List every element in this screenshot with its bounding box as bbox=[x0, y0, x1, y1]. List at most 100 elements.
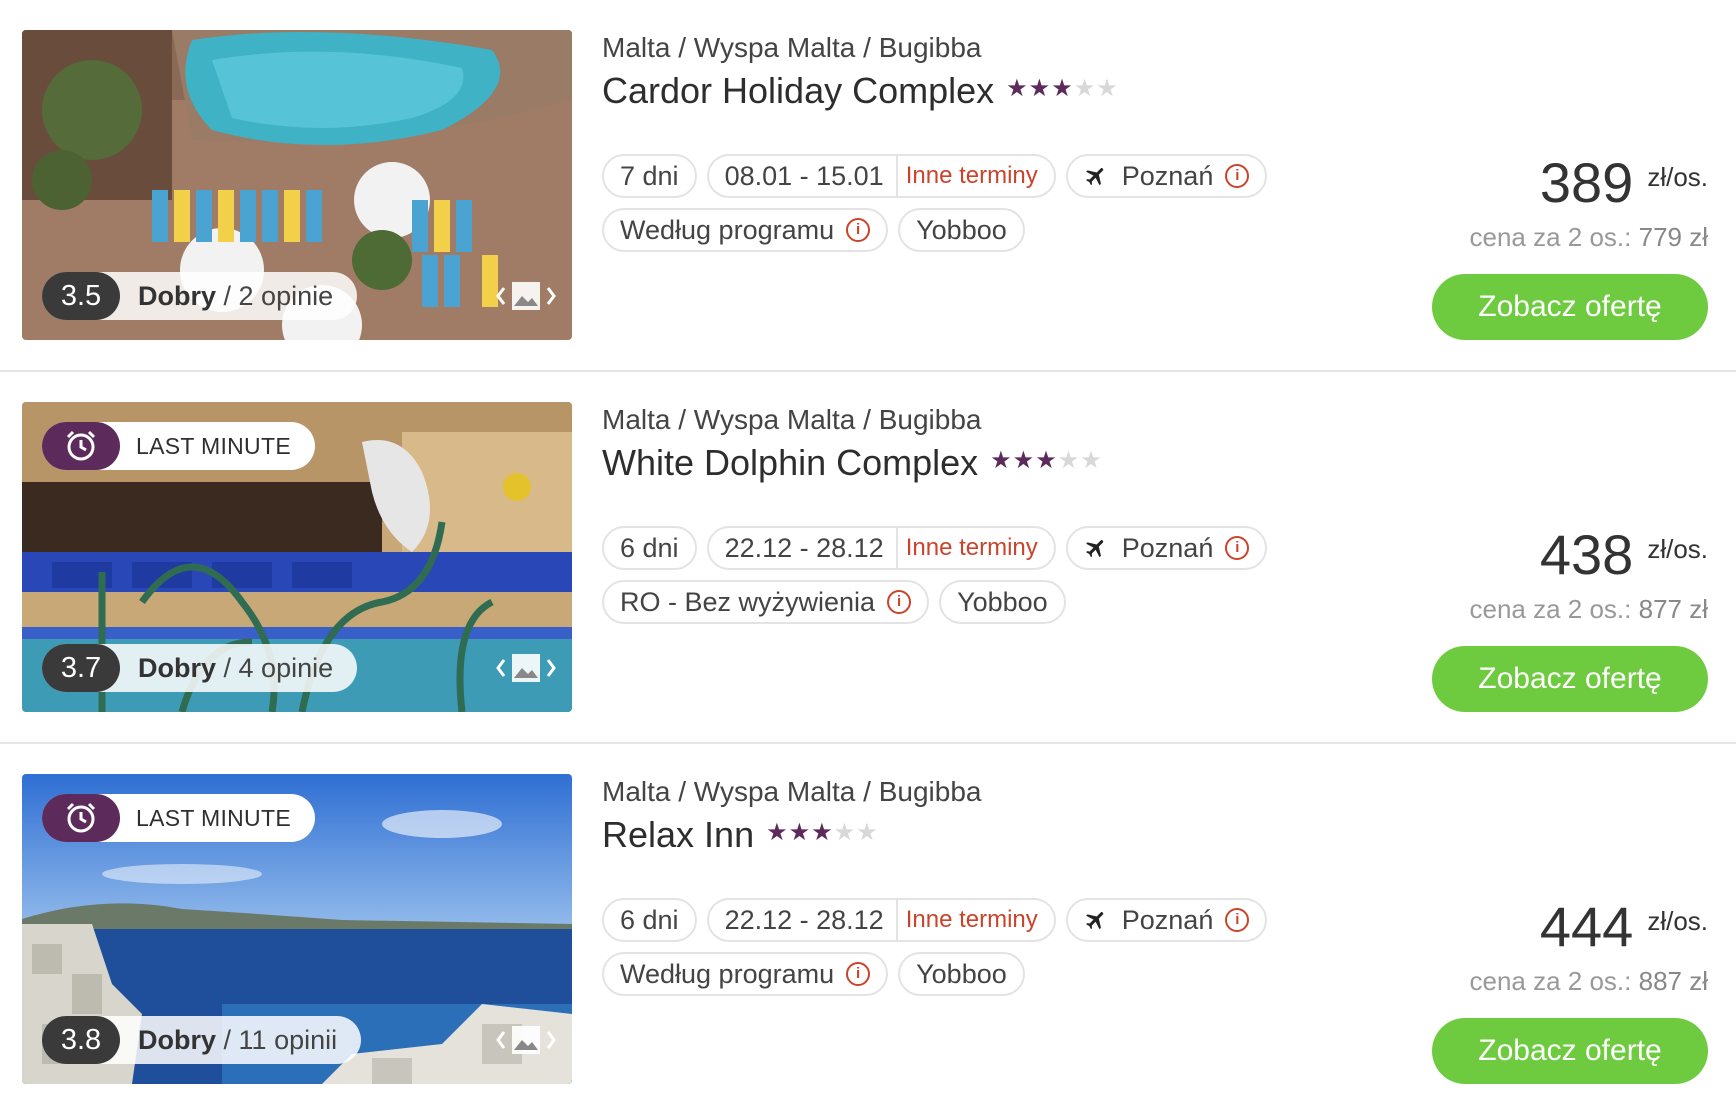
departure-chip[interactable]: Poznań i bbox=[1065, 526, 1268, 570]
rating-badge[interactable]: 3.8 Dobry / 11 opinii bbox=[42, 1016, 362, 1064]
hotel-stars: ★★★★★ bbox=[766, 818, 879, 847]
price-amount: 389 bbox=[1539, 151, 1634, 214]
plane-icon bbox=[1084, 908, 1108, 932]
board-chip[interactable]: RO - Bez wyżywienia i bbox=[602, 580, 930, 624]
alarm-clock-icon bbox=[42, 422, 120, 470]
hotel-photo[interactable]: LAST MINUTE 3.7 Dobry / 4 opinie bbox=[22, 402, 572, 712]
info-icon[interactable]: i bbox=[1225, 536, 1250, 560]
price-unit: zł/os. bbox=[1647, 534, 1708, 564]
board-chip[interactable]: Według programu i bbox=[602, 208, 889, 252]
offer-card: 3.5 Dobry / 2 opinie Malta / Wyspa Malta… bbox=[0, 0, 1736, 372]
price-for-two-value: 887 zł bbox=[1638, 966, 1708, 996]
price-for-two-label: cena za 2 os.: bbox=[1469, 966, 1632, 996]
price-per-person: 438 zł/os. bbox=[1540, 522, 1708, 588]
price-per-person: 389 zł/os. bbox=[1540, 150, 1708, 216]
rating-badge[interactable]: 3.7 Dobry / 4 opinie bbox=[42, 644, 358, 692]
board-type: Według programu bbox=[620, 214, 835, 245]
see-offer-button[interactable]: Zobacz ofertę bbox=[1432, 274, 1708, 340]
duration-chip: 6 dni bbox=[602, 898, 697, 942]
dates-value: 08.01 - 15.01 bbox=[724, 160, 884, 191]
hotel-photo[interactable]: 3.5 Dobry / 2 opinie bbox=[22, 30, 572, 340]
other-dates-link[interactable]: Inne terminy bbox=[906, 534, 1038, 562]
dates-chip[interactable]: 08.01 - 15.01 Inne terminy bbox=[706, 154, 1056, 198]
board-chip[interactable]: Według programu i bbox=[602, 952, 889, 996]
rating-score: 3.5 bbox=[42, 272, 120, 320]
review-count: / 11 opinii bbox=[223, 1024, 338, 1055]
duration-chip: 7 dni bbox=[602, 154, 697, 198]
info-icon[interactable]: i bbox=[1225, 908, 1250, 932]
price-for-two-label: cena za 2 os.: bbox=[1469, 222, 1632, 252]
duration-chip: 6 dni bbox=[602, 526, 697, 570]
gallery-icon[interactable] bbox=[496, 650, 556, 686]
rating-word: Dobry bbox=[138, 280, 217, 311]
operator-chip: Yobboo bbox=[898, 952, 1025, 996]
board-type: RO - Bez wyżywienia bbox=[620, 586, 876, 617]
location-breadcrumb[interactable]: Malta / Wyspa Malta / Bugibba bbox=[602, 776, 981, 808]
hotel-name[interactable]: Cardor Holiday Complex bbox=[602, 70, 994, 112]
info-icon[interactable]: i bbox=[887, 590, 912, 614]
rating-label: Dobry / 4 opinie bbox=[138, 653, 333, 684]
star-icon: ★★★ bbox=[990, 447, 1058, 474]
rating-word: Dobry bbox=[138, 1024, 217, 1055]
rating-label: Dobry / 2 opinie bbox=[138, 281, 333, 312]
star-icon: ★★ bbox=[833, 819, 879, 846]
price-for-two-value: 877 zł bbox=[1638, 594, 1708, 624]
price-for-two-label: cena za 2 os.: bbox=[1469, 594, 1632, 624]
price-amount: 438 bbox=[1539, 523, 1634, 586]
operator-chip: Yobboo bbox=[898, 208, 1025, 252]
rating-label: Dobry / 11 opinii bbox=[138, 1025, 337, 1056]
last-minute-label: LAST MINUTE bbox=[136, 804, 291, 831]
offer-card: LAST MINUTE 3.7 Dobry / 4 opinie Malta /… bbox=[0, 372, 1736, 744]
offer-card: LAST MINUTE 3.8 Dobry / 11 opinii Malta … bbox=[0, 744, 1736, 1116]
star-icon: ★★ bbox=[1073, 75, 1119, 102]
dates-chip[interactable]: 22.12 - 28.12 Inne terminy bbox=[706, 898, 1056, 942]
dates-chip[interactable]: 22.12 - 28.12 Inne terminy bbox=[706, 526, 1056, 570]
alarm-clock-icon bbox=[42, 794, 120, 842]
info-icon[interactable]: i bbox=[1225, 164, 1250, 188]
departure-city: Poznań bbox=[1121, 904, 1214, 935]
departure-city: Poznań bbox=[1121, 532, 1214, 563]
location-breadcrumb[interactable]: Malta / Wyspa Malta / Bugibba bbox=[602, 32, 981, 64]
rating-score: 3.7 bbox=[42, 644, 120, 692]
other-dates-link[interactable]: Inne terminy bbox=[906, 162, 1038, 190]
last-minute-label: LAST MINUTE bbox=[136, 432, 291, 459]
departure-chip[interactable]: Poznań i bbox=[1065, 898, 1268, 942]
price-for-two: cena za 2 os.: 779 zł bbox=[1469, 222, 1708, 253]
price-for-two-value: 779 zł bbox=[1638, 222, 1708, 252]
price-unit: zł/os. bbox=[1647, 162, 1708, 192]
see-offer-button[interactable]: Zobacz ofertę bbox=[1432, 646, 1708, 712]
price-for-two: cena za 2 os.: 877 zł bbox=[1469, 594, 1708, 625]
see-offer-button[interactable]: Zobacz ofertę bbox=[1432, 1018, 1708, 1084]
operator-chip: Yobboo bbox=[939, 580, 1066, 624]
info-icon[interactable]: i bbox=[846, 218, 871, 242]
departure-chip[interactable]: Poznań i bbox=[1065, 154, 1268, 198]
hotel-name[interactable]: White Dolphin Complex bbox=[602, 442, 978, 484]
gallery-icon[interactable] bbox=[496, 278, 556, 314]
rating-badge[interactable]: 3.5 Dobry / 2 opinie bbox=[42, 272, 358, 320]
rating-word: Dobry bbox=[138, 652, 217, 683]
plane-icon bbox=[1084, 164, 1108, 188]
dates-value: 22.12 - 28.12 bbox=[724, 904, 884, 935]
dates-value: 22.12 - 28.12 bbox=[724, 532, 884, 563]
hotel-stars: ★★★★★ bbox=[990, 446, 1103, 475]
rating-score: 3.8 bbox=[42, 1016, 120, 1064]
price-amount: 444 bbox=[1539, 895, 1634, 958]
review-count: / 2 opinie bbox=[223, 280, 334, 311]
price-unit: zł/os. bbox=[1647, 906, 1708, 936]
hotel-photo[interactable]: LAST MINUTE 3.8 Dobry / 11 opinii bbox=[22, 774, 572, 1084]
review-count: / 4 opinie bbox=[223, 652, 334, 683]
star-icon: ★★ bbox=[1057, 447, 1103, 474]
price-per-person: 444 zł/os. bbox=[1540, 894, 1708, 960]
location-breadcrumb[interactable]: Malta / Wyspa Malta / Bugibba bbox=[602, 404, 981, 436]
board-type: Według programu bbox=[620, 958, 835, 989]
price-for-two: cena za 2 os.: 887 zł bbox=[1469, 966, 1708, 997]
hotel-name[interactable]: Relax Inn bbox=[602, 814, 754, 856]
star-icon: ★★★ bbox=[1006, 75, 1074, 102]
info-icon[interactable]: i bbox=[846, 962, 871, 986]
last-minute-badge: LAST MINUTE bbox=[42, 794, 315, 842]
hotel-stars: ★★★★★ bbox=[1006, 74, 1119, 103]
plane-icon bbox=[1084, 536, 1108, 560]
other-dates-link[interactable]: Inne terminy bbox=[906, 906, 1038, 934]
last-minute-badge: LAST MINUTE bbox=[42, 422, 315, 470]
gallery-icon[interactable] bbox=[496, 1022, 556, 1058]
